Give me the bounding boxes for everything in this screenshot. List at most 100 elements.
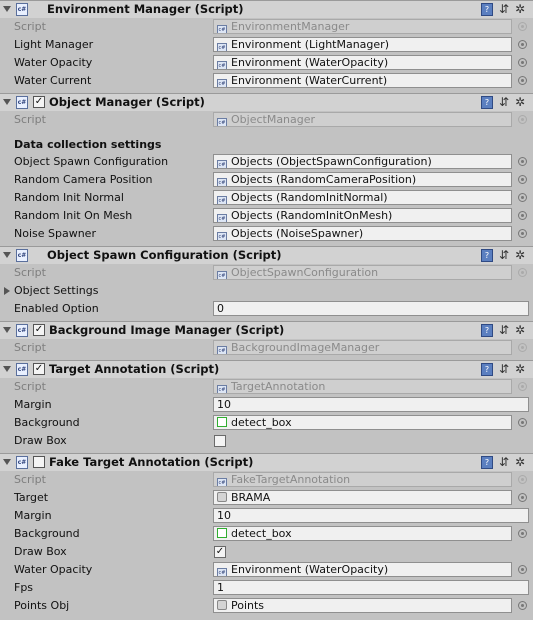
foldout-arrow-icon[interactable]	[3, 459, 11, 465]
object-picker-icon[interactable]	[518, 529, 527, 538]
property-label: Fps	[14, 581, 34, 594]
object-picker-icon[interactable]	[518, 40, 527, 49]
component-enable-checkbox[interactable]: ✓	[33, 363, 45, 375]
object-field[interactable]: c# Environment (WaterOpacity)	[213, 55, 512, 70]
property-label: Margin	[14, 509, 52, 522]
object-picker-icon[interactable]	[518, 157, 527, 166]
component-header-icons: ? ⇵ ✲	[481, 456, 527, 470]
object-icon: c#	[217, 160, 227, 168]
object-field[interactable]: c# Objects (NoiseSpawner)	[213, 226, 512, 241]
property-row: Water Opacity c# Environment (WaterOpacity…	[0, 561, 533, 579]
component-enable-checkbox[interactable]: ✓	[33, 324, 45, 336]
object-icon: c#	[217, 478, 227, 486]
field-value: detect_box	[231, 527, 292, 540]
help-book-icon[interactable]: ?	[481, 456, 493, 469]
object-field[interactable]: c# Environment (WaterCurrent)	[213, 73, 512, 88]
component-header[interactable]: c# ✓ Target Annotation (Script)? ⇵ ✲	[0, 360, 533, 378]
prefab-icon	[217, 600, 227, 610]
help-book-icon[interactable]: ?	[481, 363, 493, 376]
object-picker-icon[interactable]	[518, 58, 527, 67]
property-row: Object Spawn Configuration c# Objects (Obj…	[0, 153, 533, 171]
object-picker-icon[interactable]	[518, 229, 527, 238]
property-label: Script	[14, 113, 46, 126]
property-row: Script c# TargetAnnotation	[0, 378, 533, 396]
preset-sliders-icon[interactable]: ⇵	[498, 3, 510, 16]
object-picker-icon[interactable]	[518, 211, 527, 220]
number-field[interactable]: 0	[213, 301, 529, 316]
object-picker-icon[interactable]	[518, 601, 527, 610]
gear-icon[interactable]: ✲	[514, 3, 526, 16]
preset-sliders-icon[interactable]: ⇵	[498, 456, 510, 469]
preset-sliders-icon[interactable]: ⇵	[498, 249, 510, 262]
object-picker-icon[interactable]	[518, 418, 527, 427]
object-field[interactable]: c# Objects (RandomInitNormal)	[213, 190, 512, 205]
object-picker-icon[interactable]	[518, 76, 527, 85]
help-book-icon[interactable]: ?	[481, 96, 493, 109]
property-label: Margin	[14, 398, 52, 411]
foldout-arrow-icon[interactable]	[4, 287, 10, 295]
script-icon: c#	[16, 324, 28, 337]
field-value: 1	[217, 581, 224, 594]
property-label: Random Init On Mesh	[14, 209, 133, 222]
field-value: 10	[217, 509, 231, 522]
gear-icon[interactable]: ✲	[514, 456, 526, 469]
draw-box-checkbox[interactable]	[214, 435, 226, 447]
property-label: Target	[14, 491, 49, 504]
component-header[interactable]: c# ✓ Background Image Manager (Script)? ⇵ ✲	[0, 321, 533, 339]
foldout-arrow-icon[interactable]	[3, 366, 11, 372]
help-book-icon[interactable]: ?	[481, 3, 493, 16]
object-field[interactable]: c# Environment (LightManager)	[213, 37, 512, 52]
object-picker-icon[interactable]	[518, 565, 527, 574]
foldout-arrow-icon[interactable]	[3, 99, 11, 105]
number-field[interactable]: 10	[213, 508, 529, 523]
field-value: Environment (WaterOpacity)	[231, 56, 389, 69]
script-field: c# ObjectSpawnConfiguration	[213, 265, 512, 280]
component-header[interactable]: c# Fake Target Annotation (Script)? ⇵ ✲	[0, 453, 533, 471]
component-title: Object Spawn Configuration (Script)	[47, 248, 282, 262]
object-picker-icon[interactable]	[518, 175, 527, 184]
property-row: Script c# ObjectManager	[0, 111, 533, 129]
object-field[interactable]: detect_box	[213, 526, 512, 541]
property-row: Enabled Option 0	[0, 300, 533, 318]
number-field[interactable]: 10	[213, 397, 529, 412]
help-book-icon[interactable]: ?	[481, 249, 493, 262]
object-icon: c#	[217, 61, 227, 69]
component-enable-checkbox[interactable]	[33, 456, 45, 468]
component-header-icons: ? ⇵ ✲	[481, 363, 527, 377]
gear-icon[interactable]: ✲	[514, 324, 526, 337]
script-icon: c#	[16, 3, 28, 16]
help-book-icon[interactable]: ?	[481, 324, 493, 337]
object-field[interactable]: BRAMA	[213, 490, 512, 505]
preset-sliders-icon[interactable]: ⇵	[498, 324, 510, 337]
object-field[interactable]: c# Environment (WaterOpacity)	[213, 562, 512, 577]
object-field[interactable]: c# Objects (ObjectSpawnConfiguration)	[213, 154, 512, 169]
object-settings-foldout[interactable]: Object Settings	[0, 282, 533, 300]
foldout-arrow-icon[interactable]	[3, 327, 11, 333]
object-picker-icon[interactable]	[518, 493, 527, 502]
preset-sliders-icon[interactable]: ⇵	[498, 363, 510, 376]
section-header: Data collection settings	[14, 138, 162, 151]
foldout-arrow-icon[interactable]	[3, 252, 11, 258]
object-icon: c#	[217, 568, 227, 576]
gear-icon[interactable]: ✲	[514, 363, 526, 376]
gear-icon[interactable]: ✲	[514, 249, 526, 262]
draw-box-checkbox[interactable]: ✓	[214, 546, 226, 558]
object-field[interactable]: c# Objects (RandomCameraPosition)	[213, 172, 512, 187]
gear-icon[interactable]: ✲	[514, 96, 526, 109]
preset-sliders-icon[interactable]: ⇵	[498, 96, 510, 109]
property-row: Background detect_box	[0, 525, 533, 543]
component-header[interactable]: c# Object Spawn Configuration (Script)? ⇵ ✲	[0, 246, 533, 264]
property-row: Margin 10	[0, 396, 533, 414]
foldout-arrow-icon[interactable]	[3, 6, 11, 12]
object-field[interactable]: Points	[213, 598, 512, 613]
component-header[interactable]: c# ✓ Object Manager (Script)? ⇵ ✲	[0, 93, 533, 111]
object-field[interactable]: detect_box	[213, 415, 512, 430]
property-label: Object Spawn Configuration	[14, 155, 169, 168]
object-picker-icon[interactable]	[518, 193, 527, 202]
component-enable-checkbox[interactable]: ✓	[33, 96, 45, 108]
number-field[interactable]: 1	[213, 580, 529, 595]
property-row: Points Obj Points	[0, 597, 533, 615]
component-header[interactable]: c# Environment Manager (Script)? ⇵ ✲	[0, 0, 533, 18]
object-field[interactable]: c# Objects (RandomInitOnMesh)	[213, 208, 512, 223]
property-row: Data collection settings	[0, 136, 533, 154]
